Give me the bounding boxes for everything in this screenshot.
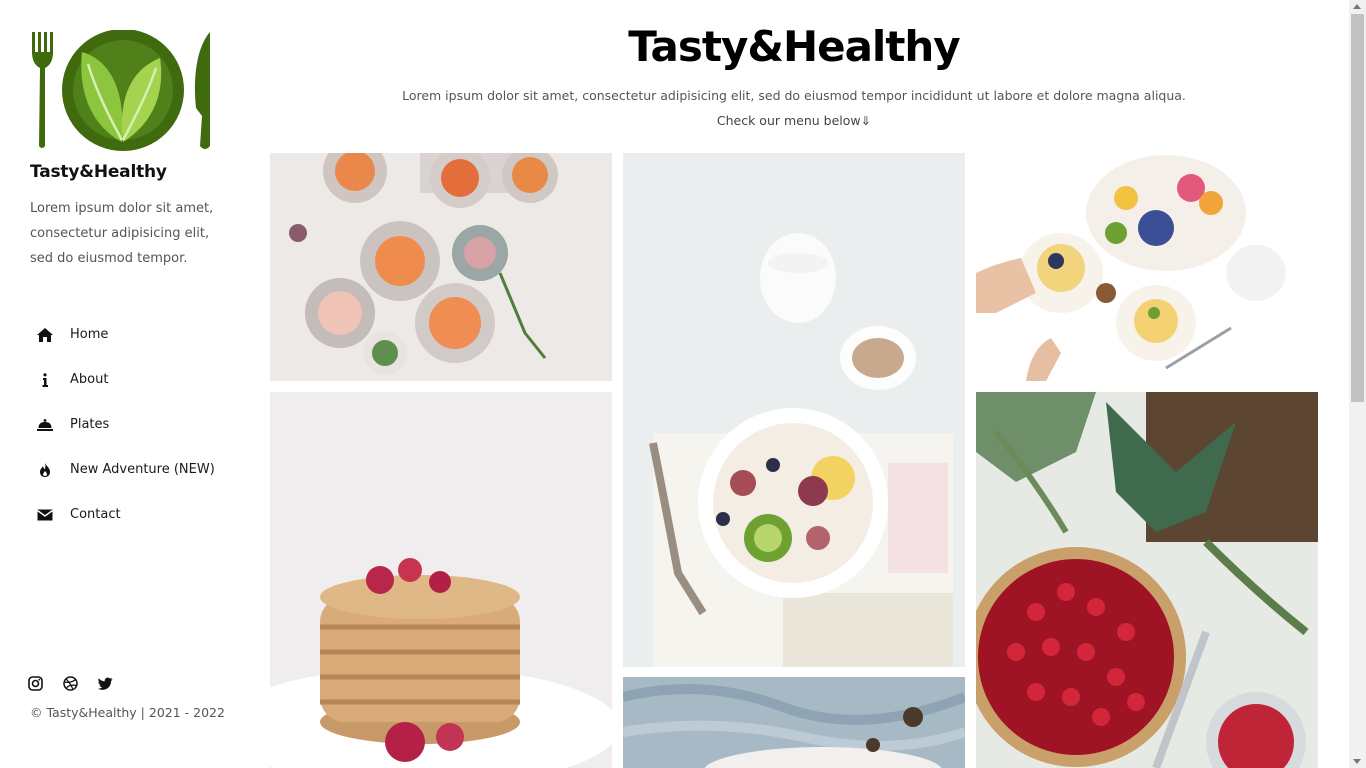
instagram-icon[interactable] [28, 676, 43, 691]
brand-description: Lorem ipsum dolor sit amet, consectetur … [30, 201, 214, 266]
nav-label: Home [70, 327, 109, 342]
page-title: Tasty&Healthy [628, 22, 960, 71]
sidebar: Tasty&Healthy Lorem ipsum dolor sit amet… [0, 0, 250, 768]
brand-title[interactable]: Tasty&Healthy [30, 162, 167, 182]
menu-cta[interactable]: Check our menu below⇓ [270, 113, 1318, 128]
scroll-up-arrow-icon[interactable] [1353, 4, 1361, 9]
yogurt-bowl-photo[interactable] [623, 153, 965, 667]
home-icon [30, 327, 60, 343]
copyright: © Tasty&Healthy | 2021 - 2022 [30, 705, 225, 720]
nav-item-plates[interactable]: Plates [30, 402, 215, 447]
nav-item-home[interactable]: Home [30, 312, 215, 357]
page-scrollbar[interactable] [1349, 0, 1366, 768]
brand-logo[interactable] [30, 29, 212, 152]
scrollbar-thumb[interactable] [1351, 14, 1364, 402]
grapefruit-plates-photo[interactable] [270, 153, 612, 381]
fruit-breakfast-photo[interactable] [976, 153, 1318, 381]
scroll-down-arrow-icon[interactable] [1353, 759, 1361, 764]
nav-item-new-adventure[interactable]: New Adventure (NEW) [30, 447, 215, 492]
pancake-stack-photo[interactable] [270, 392, 612, 768]
nav-label: Contact [70, 507, 121, 522]
nav-item-about[interactable]: About [30, 357, 215, 402]
berry-tart-photo[interactable] [976, 392, 1318, 768]
twitter-icon[interactable] [98, 676, 113, 691]
envelope-icon [30, 507, 60, 523]
fire-icon [30, 462, 60, 478]
nav-label: New Adventure (NEW) [70, 462, 215, 477]
dribbble-icon[interactable] [63, 676, 78, 691]
social-links [28, 676, 113, 691]
nav-label: About [70, 372, 109, 387]
nav-item-contact[interactable]: Contact [30, 492, 215, 537]
nav-label: Plates [70, 417, 110, 432]
main-nav: Home About Plates New Adventure (NEW) Co… [30, 312, 215, 537]
page-lead: Lorem ipsum dolor sit amet, consectetur … [402, 88, 1186, 103]
linen-bowl-photo[interactable] [623, 677, 965, 768]
cloche-icon [30, 417, 60, 433]
info-icon [30, 372, 60, 388]
